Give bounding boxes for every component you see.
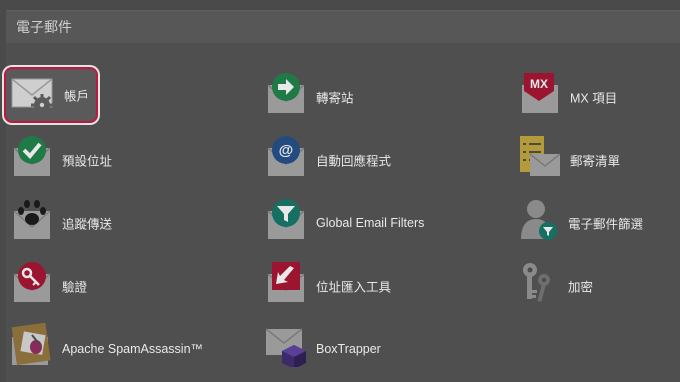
- spamassassin-label: Apache SpamAssassin™: [62, 342, 204, 356]
- default-address-label: 預設位址: [62, 154, 113, 169]
- import-arrow-envelope-icon: [267, 262, 305, 302]
- spamassassin-item[interactable]: Apache SpamAssassin™: [10, 323, 210, 375]
- global-email-filters-label: Global Email Filters: [316, 216, 425, 230]
- forwarder-arrow-icon: [267, 73, 305, 113]
- track-delivery-item[interactable]: 追蹤傳送: [12, 197, 152, 249]
- autoresponders-label: 自動回應程式: [316, 154, 392, 169]
- user-filter-icon: [521, 200, 557, 240]
- global-email-filters-item[interactable]: Global Email Filters: [266, 197, 446, 249]
- email-filters-label: 電子郵件篩選: [568, 217, 644, 232]
- mx-entry-label: MX 項目: [570, 91, 618, 106]
- email-accounts-gear-icon: [11, 78, 53, 116]
- mailing-list-icon: [520, 136, 561, 176]
- mx-entry-icon: MX: [522, 73, 558, 113]
- address-importer-label: 位址匯入工具: [316, 280, 392, 295]
- section-title: 電子郵件: [16, 19, 72, 35]
- svg-text:@: @: [279, 142, 294, 159]
- encryption-label: 加密: [568, 280, 594, 295]
- mx-entry-item[interactable]: MX MX 項目: [520, 71, 660, 123]
- spamassassin-icon: [11, 323, 51, 366]
- section-header: 電子郵件: [6, 10, 680, 43]
- authentication-label: 驗證: [62, 280, 88, 295]
- key-envelope-icon: [13, 262, 51, 302]
- email-accounts-label: 帳戶: [64, 89, 90, 104]
- track-delivery-label: 追蹤傳送: [62, 217, 113, 232]
- boxtrapper-cube-icon: [265, 328, 306, 367]
- email-filters-item[interactable]: 電子郵件篩選: [518, 197, 668, 249]
- authentication-item[interactable]: 驗證: [12, 260, 152, 312]
- svg-text:MX: MX: [530, 77, 548, 91]
- autoresponders-item[interactable]: @ 自動回應程式: [266, 134, 426, 186]
- boxtrapper-label: BoxTrapper: [316, 342, 381, 356]
- mailing-lists-item[interactable]: 郵寄清單: [518, 134, 658, 186]
- default-address-item[interactable]: 預設位址: [12, 134, 152, 186]
- email-accounts-item[interactable]: 帳戶: [4, 67, 98, 123]
- funnel-envelope-icon: [267, 199, 305, 239]
- checkmark-envelope-icon: [13, 136, 51, 176]
- address-importer-item[interactable]: 位址匯入工具: [266, 260, 426, 312]
- at-sign-envelope-icon: @: [267, 136, 305, 176]
- boxtrapper-item[interactable]: BoxTrapper: [264, 323, 404, 375]
- forwarders-label: 轉寄站: [316, 91, 354, 106]
- mailing-lists-label: 郵寄清單: [570, 154, 621, 169]
- keys-icon: [523, 263, 550, 302]
- encryption-item[interactable]: 加密: [518, 260, 658, 312]
- paw-print-envelope-icon: [13, 200, 51, 239]
- forwarders-item[interactable]: 轉寄站: [266, 71, 406, 123]
